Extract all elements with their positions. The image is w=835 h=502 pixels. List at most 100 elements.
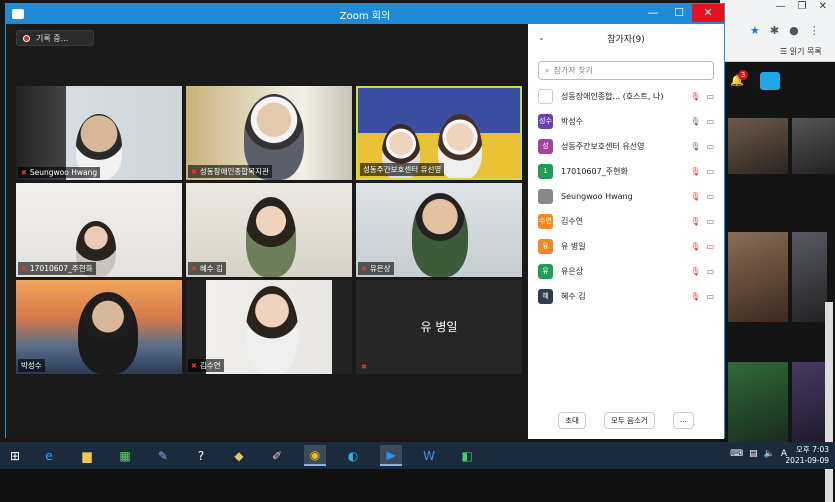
close-icon[interactable]: ✕: [819, 1, 827, 12]
tile-name-tag: ✖: [358, 362, 370, 372]
participant-video: [412, 193, 468, 277]
profile-icon[interactable]: ●: [789, 24, 799, 37]
window-controls: — ☐ ✕: [640, 4, 724, 22]
participant-video: [438, 114, 482, 178]
thumbnail[interactable]: [728, 232, 788, 322]
participant-row[interactable]: 유 유은상 🎙 ▭: [528, 259, 724, 284]
video-tile[interactable]: 박성수: [16, 280, 182, 374]
video-tile[interactable]: ✖ 17010607_주현화: [16, 183, 182, 277]
muted-mic-icon: ✖: [191, 361, 197, 370]
extensions-icon[interactable]: ✱: [770, 24, 779, 37]
participant-row[interactable]: 유유 병일 🎙 ▭: [528, 234, 724, 259]
title-bar[interactable]: Zoom 회의 — ☐ ✕: [6, 4, 724, 24]
participant-row[interactable]: Seungwoo Hwang 🎙 ▭: [528, 184, 724, 209]
muted-mic-icon: ✖: [361, 264, 367, 273]
app-icon[interactable]: ◧: [456, 445, 478, 466]
network-icon[interactable]: ▤: [749, 449, 758, 459]
participant-avatar: 1: [538, 164, 553, 179]
participant-row[interactable]: 성수 박성수 🎙 ▭: [528, 109, 724, 134]
keyboard-icon[interactable]: ⌨: [730, 449, 743, 459]
invite-button[interactable]: 초대: [558, 412, 586, 429]
participant-row[interactable]: 성동장애인종합... (호스트, 나) 🎙 ▭: [528, 84, 724, 109]
notification-badge: 3: [738, 70, 748, 80]
mic-icon: 🎙: [690, 142, 701, 151]
participant-status: 🎙 ▭: [690, 267, 714, 276]
profile-avatar[interactable]: [760, 72, 780, 90]
participant-search-input[interactable]: ⌕ 참가자 찾기: [538, 61, 714, 80]
video-tile[interactable]: ✖ 혜수 김: [186, 183, 352, 277]
participant-row[interactable]: 혜 혜수 김 🎙 ▭: [528, 284, 724, 309]
clock[interactable]: 오후 7:03 2021-09-09: [785, 444, 829, 466]
scrollbar[interactable]: [825, 302, 833, 502]
thumbnail[interactable]: [728, 362, 788, 442]
star-icon[interactable]: ★: [750, 24, 760, 37]
help-icon[interactable]: ?: [190, 445, 212, 466]
reading-list-label: 읽기 목록: [789, 47, 822, 56]
minimize-icon[interactable]: —: [776, 1, 786, 12]
participant-status: 🎙 ▭: [690, 217, 714, 226]
maximize-button[interactable]: ☐: [666, 4, 692, 22]
muted-mic-icon: ✖: [21, 168, 27, 177]
edge-legacy-icon[interactable]: e: [38, 445, 60, 466]
participant-name: 성동장애인종합... (호스트, 나): [561, 92, 664, 101]
chrome-icon[interactable]: ◉: [304, 445, 326, 466]
word-icon[interactable]: W: [418, 445, 440, 466]
video-tile[interactable]: ✖ 성동장애인종합복지관: [186, 86, 352, 180]
muted-mic-icon: 🎙: [690, 92, 701, 101]
thumbnail[interactable]: [792, 232, 827, 322]
edge-icon[interactable]: ◐: [342, 445, 364, 466]
participants-panel: ⌄ 참가자(9) ⌕ 참가자 찾기 성동장애인종합... (호스트, 나) 🎙 ▭ 성…: [528, 24, 724, 439]
tile-name-tag: ✖ 성동장애인종합복지관: [188, 165, 272, 178]
camera-icon: ▭: [706, 167, 714, 176]
recording-indicator[interactable]: 기록 중...: [16, 30, 94, 46]
participant-row[interactable]: 1 17010607_주현화 🎙 ▭: [528, 159, 724, 184]
participant-avatar: [538, 89, 553, 104]
thumbnail[interactable]: [792, 118, 835, 174]
calendar-icon[interactable]: ▦: [114, 445, 136, 466]
zoom-icon[interactable]: ▶: [380, 445, 402, 466]
browser-toolbar: — ❐ ✕ ★ ✱ ● ⋮ ☰ 읽기 목록: [720, 0, 835, 62]
participant-status: 🎙 ▭: [690, 92, 714, 101]
more-button[interactable]: ...: [672, 412, 694, 429]
close-button[interactable]: ✕: [692, 4, 724, 22]
tile-name: Seungwoo Hwang: [29, 168, 98, 177]
app-icon[interactable]: ✎: [152, 445, 174, 466]
participant-row[interactable]: 성 성동주간보호센터 유선영 🎙 ▭: [528, 134, 724, 159]
reading-list[interactable]: ☰ 읽기 목록: [780, 46, 822, 57]
volume-icon[interactable]: 🔈: [764, 449, 775, 459]
menu-icon[interactable]: ⋮: [809, 24, 820, 37]
video-gallery: 기록 중... ✖ Seungwoo Hwang ✖ 성동장애인종합복지관 성동주간…: [6, 24, 528, 439]
desktop: — ❐ ✕ ★ ✱ ● ⋮ ☰ 읽기 목록 🔔 3 Zoom 회의 — ☐ ✕ …: [0, 0, 835, 502]
paint-icon[interactable]: ✐: [266, 445, 288, 466]
participant-row[interactable]: 수연 김수연 🎙 ▭: [528, 209, 724, 234]
video-tile-active-speaker[interactable]: 성동주간보호센터 유선영: [356, 86, 522, 180]
video-tile[interactable]: ✖ 유은상: [356, 183, 522, 277]
participant-name: 유 병일: [561, 242, 586, 251]
participant-name: 박성수: [561, 117, 584, 126]
thumbnail[interactable]: [728, 118, 788, 174]
muted-mic-icon: 🎙: [690, 192, 701, 201]
camera-icon: ▭: [706, 242, 714, 251]
thumbnail[interactable]: [792, 362, 827, 442]
browser-icons: ★ ✱ ● ⋮: [750, 24, 820, 37]
restore-icon[interactable]: ❐: [798, 1, 807, 12]
participant-avatar: 수연: [538, 214, 553, 229]
video-tile[interactable]: ✖ Seungwoo Hwang: [16, 86, 182, 180]
participant-status: 🎙 ▭: [690, 242, 714, 251]
app-icon[interactable]: ◆: [228, 445, 250, 466]
video-tile-camera-off[interactable]: 유 병일 ✖: [356, 280, 522, 374]
mic-icon: 🎙: [690, 117, 701, 126]
tile-name: 유은상: [369, 264, 391, 273]
mute-all-button[interactable]: 모두 음소거: [603, 412, 655, 429]
browser-window-controls: — ❐ ✕: [768, 0, 835, 13]
participant-name: 혜수 김: [561, 292, 586, 301]
participant-name: 성동주간보호센터 유선영: [561, 142, 645, 151]
participant-avatar: [538, 189, 553, 204]
minimize-button[interactable]: —: [640, 4, 666, 22]
video-tile[interactable]: ✖ 김수연: [186, 280, 352, 374]
participant-video: [246, 197, 296, 277]
start-button[interactable]: ⊞: [4, 445, 26, 466]
tile-name: 성동주간보호센터 유선영: [363, 165, 442, 174]
participant-list: 성동장애인종합... (호스트, 나) 🎙 ▭ 성수 박성수 🎙 ▭ 성 성동주간보호센터 유선…: [528, 84, 724, 309]
file-explorer-icon[interactable]: ▆: [76, 445, 98, 466]
